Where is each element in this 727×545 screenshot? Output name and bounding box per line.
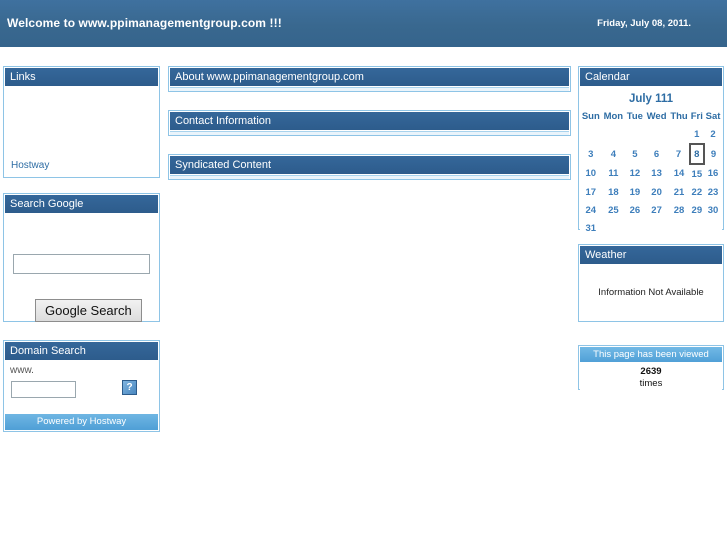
calendar-day-19[interactable]: 19	[625, 183, 644, 201]
about-panel-header: About www.ppimanagementgroup.com	[170, 68, 569, 86]
calendar-panel-header: Calendar	[580, 68, 722, 86]
contact-information-body	[170, 131, 569, 135]
contact-information-panel[interactable]: Contact Information	[168, 110, 571, 136]
calendar-day-2[interactable]: 2	[704, 125, 722, 144]
calendar-day-empty	[580, 125, 602, 144]
calendar-day-13[interactable]: 13	[645, 164, 669, 183]
calendar-day-21[interactable]: 21	[669, 183, 690, 201]
calendar-day-5[interactable]: 5	[625, 144, 644, 164]
search-google-header: Search Google	[5, 195, 158, 213]
syndicated-content-header: Syndicated Content	[170, 156, 569, 174]
calendar-day-22[interactable]: 22	[690, 183, 705, 201]
www-prefix-label: www.	[10, 365, 34, 376]
calendar-day-17[interactable]: 17	[580, 183, 602, 201]
calendar-day-31[interactable]: 31	[580, 219, 602, 237]
calendar-day-1[interactable]: 1	[690, 125, 705, 144]
calendar-grid: Sun Mon Tue Wed Thu Fri Sat 1 2 3 4 5 6 7 8 9 10 11 12 13 1…	[580, 110, 722, 237]
weather-message: Information Not Available	[598, 287, 704, 298]
links-panel-header: Links	[5, 68, 158, 86]
calendar-dayname-tue: Tue	[626, 111, 643, 122]
welcome-title: Welcome to www.ppimanagementgroup.com !!…	[7, 16, 282, 30]
calendar-day-empty	[625, 219, 644, 237]
calendar-day-15[interactable]: 15	[690, 164, 705, 183]
calendar-day-empty	[645, 125, 669, 144]
page-view-counter-header: This page has been viewed	[580, 347, 722, 362]
weather-panel: Weather Information Not Available	[578, 244, 724, 322]
link-item-hostway[interactable]: Hostway	[11, 160, 49, 171]
calendar-day-9[interactable]: 9	[704, 144, 722, 164]
current-date: Friday, July 08, 2011.	[597, 18, 691, 29]
page-view-counter-body: 2639 times	[580, 363, 722, 390]
broken-image-icon[interactable]: ?	[122, 380, 137, 395]
calendar-week-row: 31	[580, 219, 722, 237]
google-search-input[interactable]	[13, 254, 150, 274]
calendar-dayname-fri: Fri	[690, 111, 703, 122]
powered-by-hostway-footer: Powered by Hostway	[5, 414, 158, 430]
page-view-counter-panel: This page has been viewed 2639 times	[578, 345, 724, 390]
calendar-day-18[interactable]: 18	[602, 183, 626, 201]
calendar-week-row: 12	[580, 125, 722, 144]
about-panel-body	[170, 87, 569, 91]
site-banner: Welcome to www.ppimanagementgroup.com !!…	[0, 0, 727, 47]
page-view-count-label: times	[639, 378, 663, 389]
calendar-day-24[interactable]: 24	[580, 201, 602, 219]
calendar-dayname-row: Sun Mon Tue Wed Thu Fri Sat	[580, 110, 722, 125]
calendar-week-row: 17 18 19 20 21 22 23	[580, 183, 722, 201]
links-panel-body: Hostway	[5, 87, 158, 177]
domain-search-header: Domain Search	[5, 342, 158, 360]
calendar-week-rows: 1 2 3 4 5 6 7 8 9 10 11 12 13 14 15 16 17 18 19 20 21 22 23 24 2…	[580, 125, 722, 237]
syndicated-content-body	[170, 175, 569, 179]
calendar-dayname-mon: Mon	[603, 111, 624, 122]
calendar-day-28[interactable]: 28	[669, 201, 690, 219]
calendar-day-empty	[704, 219, 722, 237]
syndicated-content-panel[interactable]: Syndicated Content	[168, 154, 571, 180]
weather-panel-body: Information Not Available	[580, 265, 722, 321]
calendar-day-16[interactable]: 16	[704, 164, 722, 183]
page-view-count: 2639	[640, 366, 662, 377]
calendar-day-3[interactable]: 3	[580, 144, 602, 164]
domain-search-panel: Domain Search www. ? Powered by Hostway	[3, 340, 160, 432]
calendar-day-empty	[602, 125, 626, 144]
calendar-day-empty	[602, 219, 626, 237]
calendar-day-empty	[645, 219, 669, 237]
search-google-panel: Search Google Google Search	[3, 193, 160, 322]
google-search-button[interactable]: Google Search	[35, 299, 142, 322]
calendar-day-11[interactable]: 11	[602, 164, 626, 183]
calendar-month-title: July 111	[628, 93, 674, 105]
calendar-day-10[interactable]: 10	[580, 164, 602, 183]
calendar-dayname-wed: Wed	[646, 111, 667, 122]
about-panel[interactable]: About www.ppimanagementgroup.com	[168, 66, 571, 92]
calendar-day-empty	[625, 125, 644, 144]
calendar-day-30[interactable]: 30	[704, 201, 722, 219]
domain-search-input[interactable]	[11, 381, 76, 398]
calendar-dayname-sat: Sat	[705, 111, 721, 122]
calendar-day-6[interactable]: 6	[645, 144, 669, 164]
calendar-panel-body: July 111 Sun Mon Tue Wed Thu Fri Sat 123456789…	[580, 87, 722, 240]
calendar-day-7[interactable]: 7	[669, 144, 690, 164]
calendar-day-empty	[690, 219, 705, 237]
calendar-day-empty	[669, 219, 690, 237]
calendar-day-25[interactable]: 25	[602, 201, 626, 219]
links-panel: Links Hostway	[3, 66, 160, 178]
calendar-week-row: 3456789	[580, 143, 722, 165]
domain-search-body: www. ?	[5, 361, 158, 411]
calendar-week-row: 10 11 12 13 14 15 16	[580, 164, 722, 183]
calendar-day-today[interactable]: 8	[688, 143, 706, 165]
calendar-day-27[interactable]: 27	[645, 201, 669, 219]
calendar-day-20[interactable]: 20	[645, 183, 669, 201]
calendar-day-14[interactable]: 14	[669, 164, 690, 183]
calendar-dayname-sun: Sun	[581, 111, 600, 122]
calendar-day-12[interactable]: 12	[625, 164, 644, 183]
weather-panel-header: Weather	[580, 246, 722, 264]
calendar-day-26[interactable]: 26	[625, 201, 644, 219]
calendar-panel: Calendar July 111 Sun Mon Tue Wed Thu Fri Sat …	[578, 66, 724, 240]
calendar-week-row: 24 25 26 27 28 29 30	[580, 201, 722, 219]
calendar-day-empty	[669, 125, 690, 144]
calendar-dayname-thu: Thu	[670, 111, 688, 122]
search-google-body: Google Search	[5, 214, 158, 322]
calendar-day-29[interactable]: 29	[690, 201, 705, 219]
calendar-day-4[interactable]: 4	[602, 144, 626, 164]
calendar-day-23[interactable]: 23	[704, 183, 722, 201]
contact-information-header: Contact Information	[170, 112, 569, 130]
